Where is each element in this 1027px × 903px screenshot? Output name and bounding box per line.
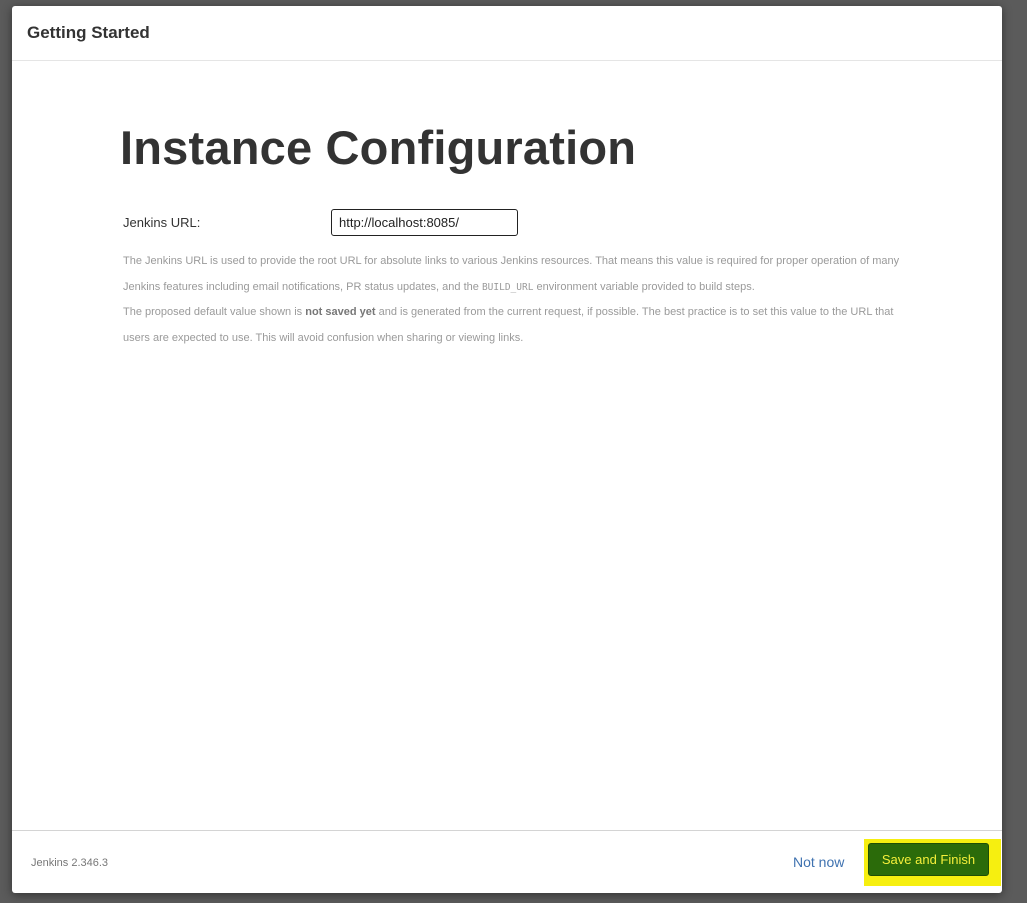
- jenkins-version: Jenkins 2.346.3: [31, 857, 109, 869]
- save-and-finish-button[interactable]: Save and Finish: [868, 843, 989, 876]
- not-now-button[interactable]: Not now: [793, 854, 844, 870]
- help-paragraph-2: The proposed default value shown is not …: [123, 306, 894, 344]
- not-saved-emphasis: not saved yet: [305, 306, 376, 318]
- save-button-highlight: Save and Finish: [864, 839, 1001, 886]
- jenkins-url-label: Jenkins URL:: [123, 215, 201, 230]
- setup-wizard-dialog: Getting Started Instance Configuration J…: [12, 6, 1002, 893]
- build-url-code: BUILD_URL: [481, 281, 534, 293]
- dialog-footer: Jenkins 2.346.3 Not now Save and Finish: [12, 830, 1002, 893]
- help-text: The Jenkins URL is used to provide the r…: [123, 249, 903, 351]
- dialog-header: Getting Started: [12, 6, 1002, 61]
- page-title: Instance Configuration: [120, 121, 637, 174]
- dialog-title: Getting Started: [27, 23, 150, 42]
- jenkins-url-input[interactable]: [331, 209, 518, 236]
- help-paragraph-1: The Jenkins URL is used to provide the r…: [123, 255, 900, 293]
